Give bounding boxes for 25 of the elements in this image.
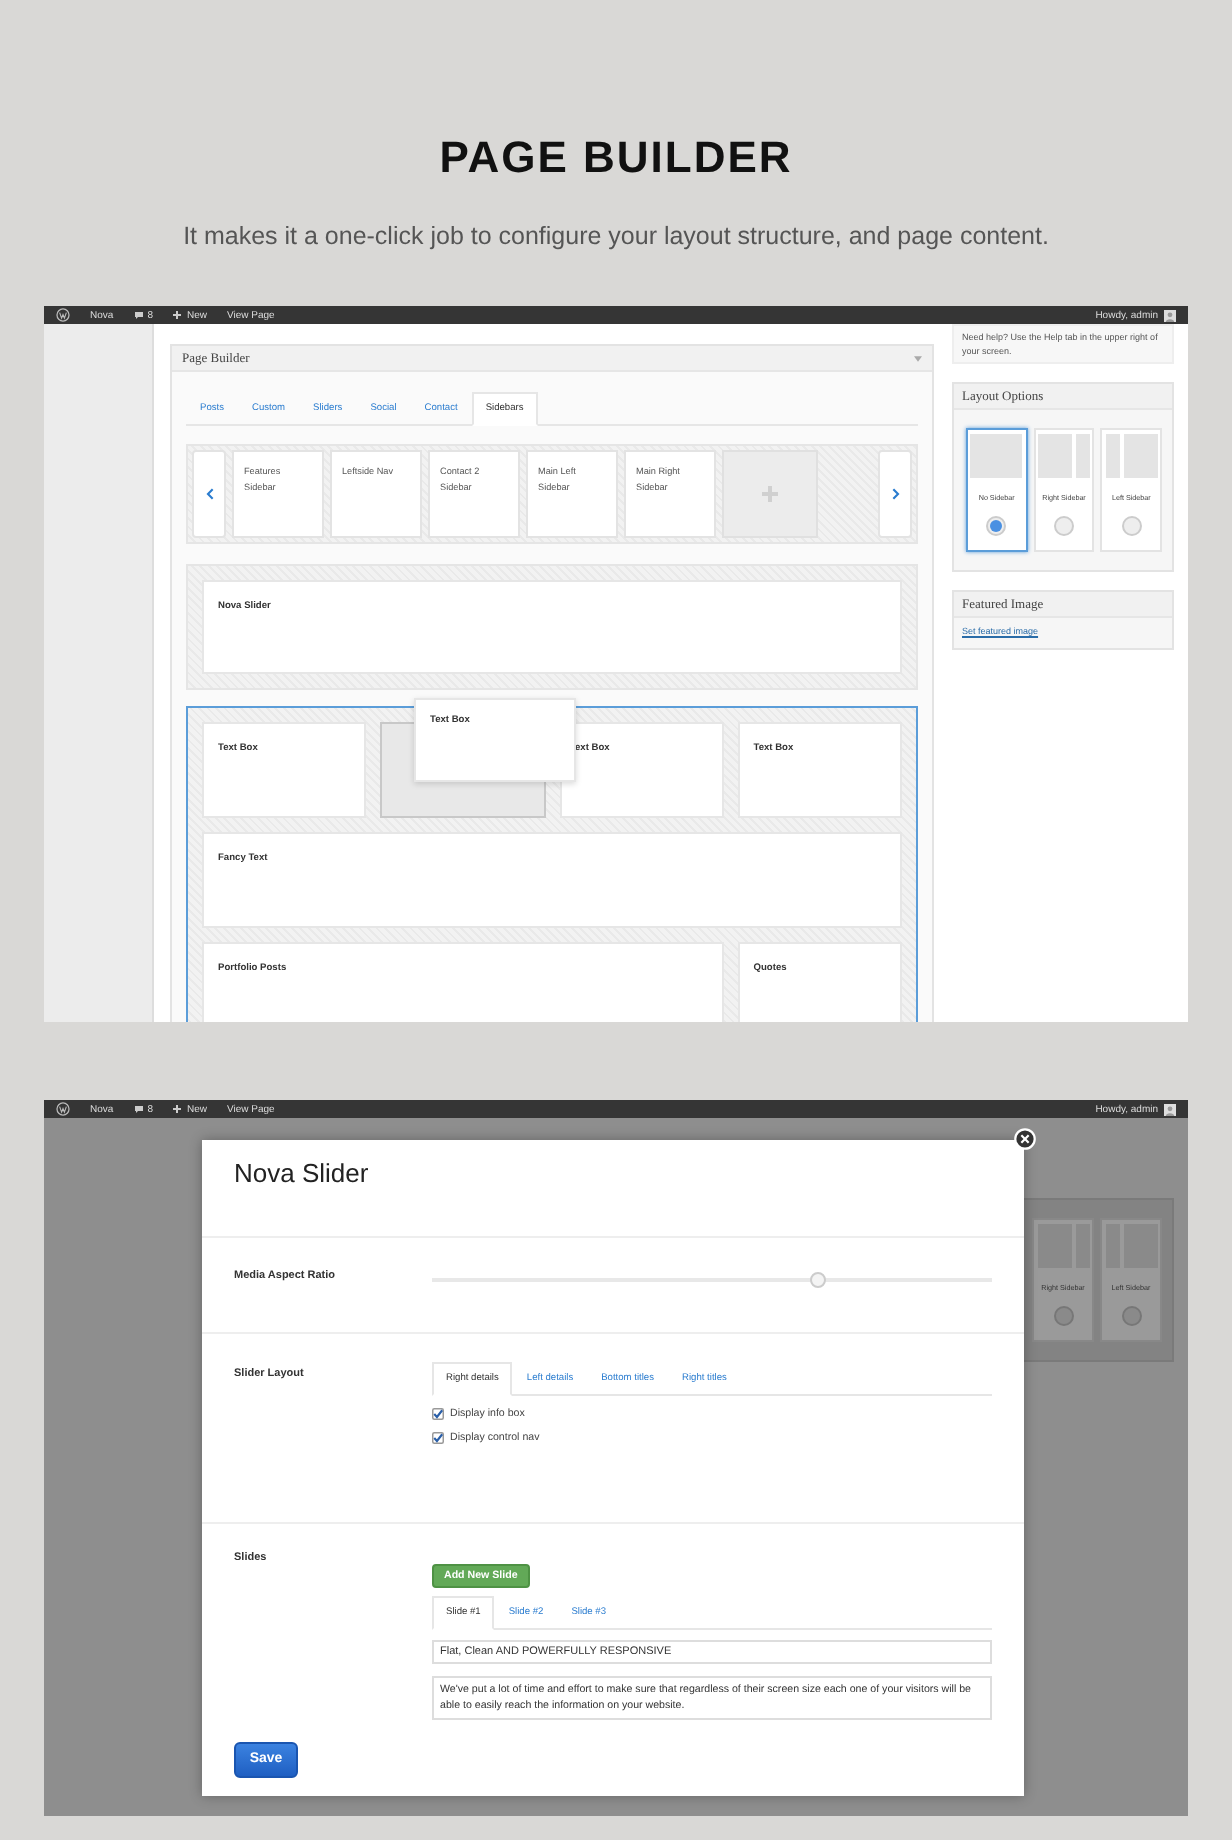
layout-thumbnail-icon xyxy=(1038,434,1090,478)
chevron-left-icon xyxy=(205,488,213,500)
radio-button[interactable] xyxy=(1054,516,1074,536)
layout-thumbnail-icon xyxy=(970,434,1023,478)
speech-bubble-icon xyxy=(133,310,144,320)
checkbox[interactable] xyxy=(432,1432,444,1444)
dialog-title: Nova Slider xyxy=(202,1140,1024,1238)
slider-thumb[interactable] xyxy=(810,1272,827,1288)
plus-icon xyxy=(172,1104,183,1114)
close-icon[interactable] xyxy=(1014,1128,1036,1150)
radio-button[interactable] xyxy=(1121,516,1142,536)
layout-thumbnail-icon xyxy=(1105,434,1158,478)
plus-icon xyxy=(760,484,780,504)
radio-button[interactable] xyxy=(986,516,1007,536)
logo-icon[interactable] xyxy=(56,308,70,322)
page-title: PAGE BUILDER xyxy=(437,130,795,184)
chevron-right-icon xyxy=(891,488,899,500)
avatar-icon[interactable] xyxy=(1164,309,1176,321)
speech-bubble-icon xyxy=(133,1104,144,1114)
checkbox[interactable] xyxy=(432,1408,444,1420)
page-subtitle: It makes it a one-click job to configure your layout structure, and page content. xyxy=(181,220,1051,252)
plus-icon xyxy=(172,310,183,320)
caret-icon[interactable] xyxy=(914,355,922,361)
logo-icon[interactable] xyxy=(56,1102,70,1116)
avatar-icon[interactable] xyxy=(1164,1103,1176,1115)
